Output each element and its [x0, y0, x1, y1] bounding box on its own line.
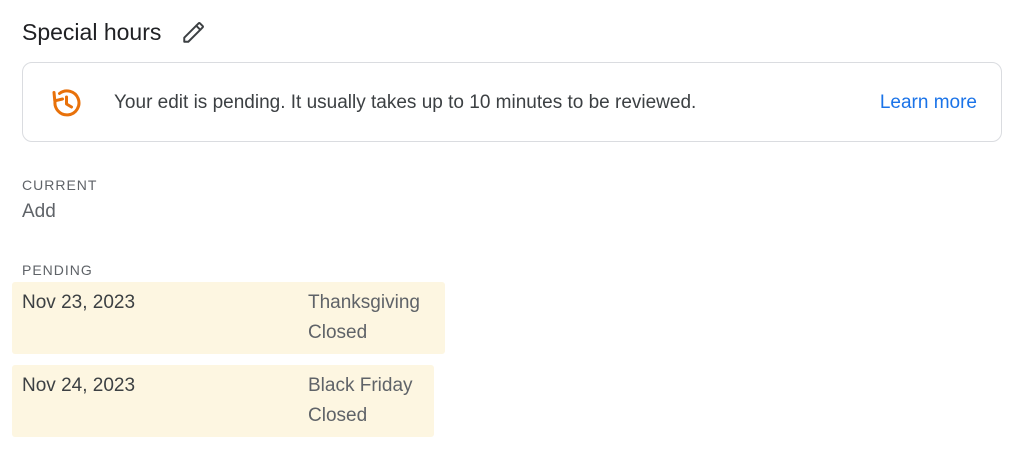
section-title: Special hours [22, 19, 162, 45]
edit-button[interactable] [179, 17, 209, 47]
pending-item-date: Nov 24, 2023 [22, 375, 136, 396]
pending-item: Nov 24, 2023 Black Friday Closed [12, 365, 434, 437]
pencil-icon [183, 22, 205, 43]
pending-edit-notice: Your edit is pending. It usually takes u… [22, 62, 1002, 142]
pending-item-name: Thanksgiving [308, 292, 420, 313]
pending-item: Nov 23, 2023 Thanksgiving Closed [12, 282, 445, 354]
learn-more-link[interactable]: Learn more [880, 91, 977, 115]
pending-item-name: Black Friday [308, 375, 413, 396]
current-label: CURRENT [22, 177, 98, 193]
pending-label: PENDING [22, 262, 93, 278]
pending-item-status: Closed [308, 405, 368, 426]
special-hours-header: Special hours [22, 17, 209, 47]
notice-message: Your edit is pending. It usually takes u… [114, 92, 697, 113]
pending-item-date: Nov 23, 2023 [22, 292, 136, 313]
pending-item-status: Closed [308, 322, 368, 343]
special-hours-panel: Special hours Your edit is pending. It u… [0, 0, 1024, 457]
pending-clock-icon [52, 89, 81, 117]
current-value: Add [22, 201, 56, 222]
